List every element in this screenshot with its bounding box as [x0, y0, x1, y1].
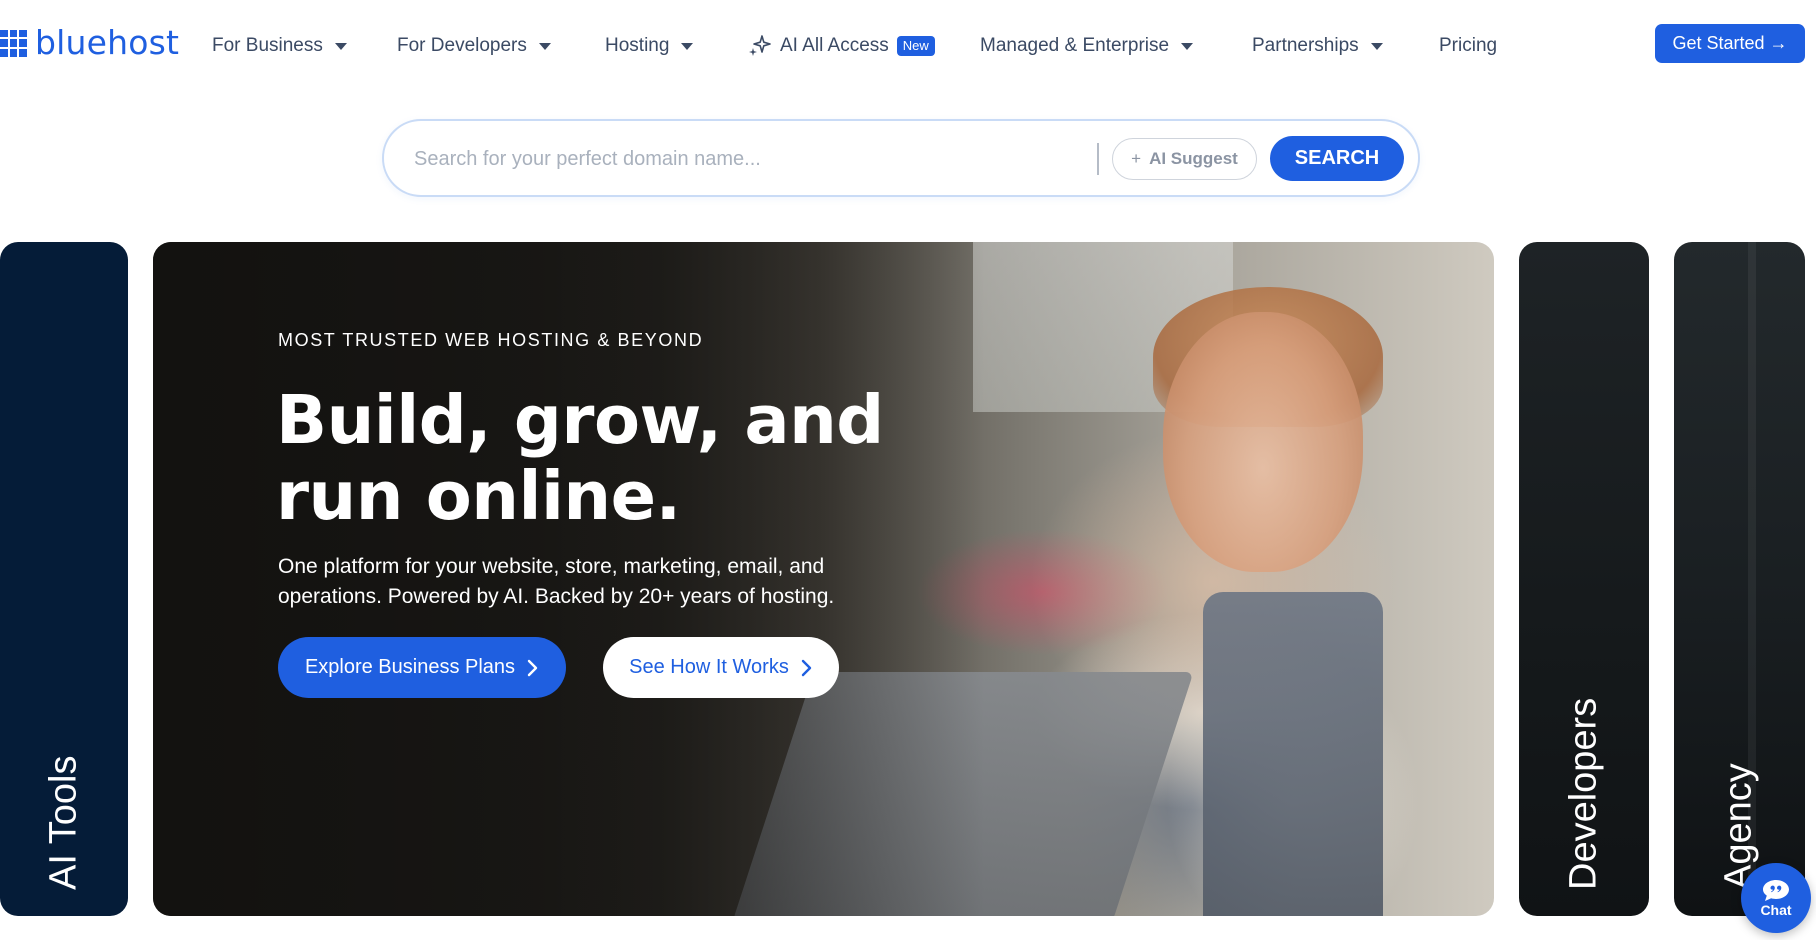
- hero-subtitle: One platform for your website, store, ma…: [278, 555, 835, 608]
- nav-pricing[interactable]: Pricing: [1439, 33, 1497, 59]
- nav-label: For Developers: [397, 35, 527, 56]
- chat-button[interactable]: Chat: [1741, 863, 1811, 933]
- card-label: AI Tools: [42, 755, 85, 890]
- caret-down-icon: [681, 42, 694, 50]
- nav-for-business[interactable]: For Business: [212, 33, 347, 59]
- caret-down-icon: [538, 42, 551, 50]
- search-button[interactable]: SEARCH: [1270, 136, 1404, 181]
- carousel-card-ai-tools[interactable]: AI Tools: [0, 242, 128, 916]
- sparkle-icon: [748, 34, 772, 58]
- caret-down-icon: [334, 42, 347, 50]
- chevron-right-icon: [527, 659, 539, 677]
- nav-ai-all-access[interactable]: AI All Access New: [748, 33, 935, 59]
- chat-bubble-icon: [1761, 878, 1791, 902]
- plus-icon: +: [1131, 149, 1142, 168]
- logo-grid-icon: [0, 29, 27, 57]
- button-label: See How It Works: [629, 656, 789, 678]
- see-how-it-works-button[interactable]: See How It Works: [603, 637, 839, 698]
- nav-label: Partnerships: [1252, 35, 1359, 56]
- nav-label: Pricing: [1439, 35, 1498, 56]
- chat-label: Chat: [1760, 902, 1792, 918]
- explore-business-plans-button[interactable]: Explore Business Plans: [278, 637, 566, 698]
- nav-hosting[interactable]: Hosting: [605, 33, 694, 59]
- hero-card: MOST TRUSTED WEB HOSTING & BEYOND Build,…: [153, 242, 1494, 916]
- ai-suggest-label: AI Suggest: [1149, 149, 1238, 168]
- ai-suggest-button[interactable]: + AI Suggest: [1112, 138, 1257, 180]
- nav-for-developers[interactable]: For Developers: [397, 33, 551, 59]
- nav-partnerships[interactable]: Partnerships: [1252, 33, 1383, 59]
- nav-managed-enterprise[interactable]: Managed & Enterprise: [980, 33, 1194, 59]
- chevron-right-icon: [801, 659, 813, 677]
- domain-search-bar: + AI Suggest SEARCH: [382, 119, 1420, 197]
- card-label: Developers: [1562, 697, 1605, 890]
- search-divider: [1097, 143, 1099, 175]
- hero-eyebrow: MOST TRUSTED WEB HOSTING & BEYOND: [278, 330, 704, 350]
- nav-label: Hosting: [605, 35, 670, 56]
- domain-search-input[interactable]: [414, 139, 1094, 179]
- carousel-card-agency[interactable]: Agency: [1674, 242, 1805, 916]
- logo-text: bluehost: [35, 23, 180, 62]
- site-header: bluehost For Business For Developers Hos…: [0, 0, 1816, 90]
- nav-label: Managed & Enterprise: [980, 35, 1170, 56]
- get-started-button[interactable]: Get Started →: [1655, 24, 1805, 63]
- carousel-card-developers[interactable]: Developers: [1519, 242, 1649, 916]
- nav-label: For Business: [212, 35, 323, 56]
- nav-label: AI All Access: [780, 35, 889, 56]
- caret-down-icon: [1181, 42, 1194, 50]
- new-badge: New: [896, 36, 935, 56]
- button-label: Explore Business Plans: [304, 656, 516, 678]
- hero-title: Build, grow, and run online.: [276, 381, 884, 535]
- bluehost-logo[interactable]: bluehost: [0, 23, 180, 62]
- caret-down-icon: [1370, 42, 1383, 50]
